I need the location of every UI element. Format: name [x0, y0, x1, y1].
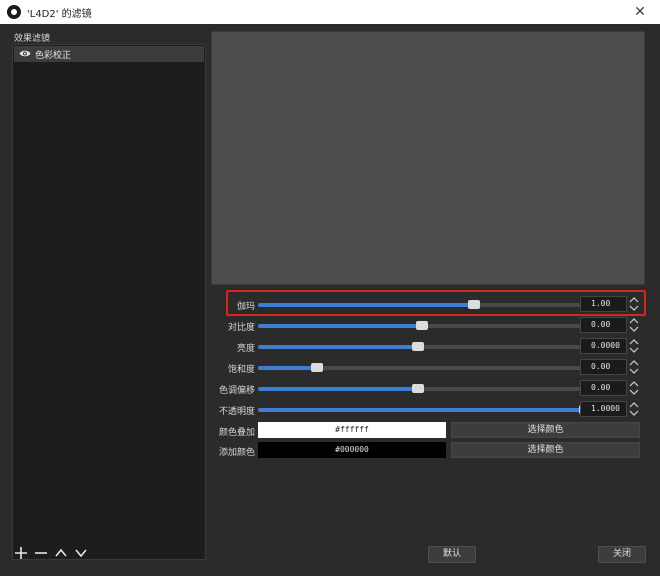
brightness-spin-arrows-icon[interactable] [628, 338, 640, 354]
filter-preview [211, 31, 645, 285]
brightness-input[interactable]: 0.0000 [580, 338, 627, 354]
gamma-spin-arrows-icon[interactable] [628, 296, 640, 312]
window-title: 'L4D2' 的滤镜 [27, 9, 92, 20]
brightness-row: 亮度 0.0000 [211, 336, 645, 356]
color-multiply-swatch: #ffffff [258, 422, 446, 438]
brightness-slider[interactable] [258, 342, 585, 351]
hue-shift-slider-thumb[interactable] [412, 384, 425, 393]
saturation-input[interactable]: 0.00 [580, 359, 627, 375]
opacity-slider[interactable] [258, 405, 591, 414]
gamma-slider-thumb[interactable] [467, 300, 480, 309]
brightness-slider-thumb[interactable] [412, 342, 425, 351]
filter-properties: 伽玛 1.00 对比度 0.00 亮度 0.0000 饱和度 0.00 色调偏移 [211, 286, 645, 458]
filters-dialog: 效果滤镜 色彩校正 伽玛 1.00 对比度 0.00 亮度 0.0000 饱和度… [0, 24, 660, 576]
color-multiply-select-button[interactable]: 选择颜色 [451, 422, 640, 438]
saturation-spin-arrows-icon[interactable] [628, 359, 640, 375]
hue-shift-spin-arrows-icon[interactable] [628, 380, 640, 396]
brightness-label: 亮度 [236, 344, 255, 354]
defaults-button[interactable]: 默认 [428, 546, 476, 563]
filter-list[interactable]: 色彩校正 [12, 44, 206, 560]
color-add-select-button[interactable]: 选择颜色 [451, 442, 640, 458]
move-down-icon[interactable] [74, 546, 88, 560]
gamma-input[interactable]: 1.00 [580, 296, 627, 312]
contrast-label: 对比度 [227, 323, 255, 333]
opacity-label: 不透明度 [218, 407, 255, 417]
eye-icon[interactable] [19, 49, 31, 58]
gamma-row: 伽玛 1.00 [211, 294, 645, 314]
color-multiply-label: 颜色叠加 [218, 428, 255, 438]
hue-shift-slider[interactable] [258, 384, 585, 393]
color-add-label: 添加颜色 [218, 448, 255, 458]
contrast-row: 对比度 0.00 [211, 315, 645, 335]
saturation-slider[interactable] [258, 363, 585, 372]
contrast-slider[interactable] [258, 321, 585, 330]
saturation-slider-thumb[interactable] [310, 363, 323, 372]
hue-shift-row: 色调偏移 0.00 [211, 378, 645, 398]
color-add-row: 添加颜色 #000000 选择颜色 [211, 440, 645, 460]
color-multiply-row: 颜色叠加 #ffffff 选择颜色 [211, 420, 645, 440]
color-add-swatch: #000000 [258, 442, 446, 458]
opacity-spin-arrows-icon[interactable] [628, 401, 640, 417]
contrast-input[interactable]: 0.00 [580, 317, 627, 333]
filters-label: 效果滤镜 [14, 34, 51, 44]
opacity-input[interactable]: 1.0000 [580, 401, 627, 417]
saturation-label: 饱和度 [227, 365, 255, 375]
move-up-icon[interactable] [54, 546, 68, 560]
close-icon[interactable]: ✕ [630, 2, 650, 22]
remove-icon[interactable] [34, 546, 48, 560]
add-icon[interactable] [14, 546, 28, 560]
opacity-row: 不透明度 1.0000 [211, 399, 645, 419]
title-bar: 'L4D2' 的滤镜 ✕ [0, 0, 660, 24]
hue-shift-input[interactable]: 0.00 [580, 380, 627, 396]
filter-item-color-correction[interactable]: 色彩校正 [14, 46, 204, 62]
close-button[interactable]: 关闭 [598, 546, 646, 563]
contrast-spin-arrows-icon[interactable] [628, 317, 640, 333]
contrast-slider-thumb[interactable] [415, 321, 428, 330]
hue-shift-label: 色调偏移 [218, 386, 255, 396]
filter-item-label: 色彩校正 [35, 51, 72, 61]
obs-logo-icon [7, 5, 21, 19]
saturation-row: 饱和度 0.00 [211, 357, 645, 377]
gamma-label: 伽玛 [236, 302, 255, 312]
gamma-slider[interactable] [258, 300, 585, 309]
